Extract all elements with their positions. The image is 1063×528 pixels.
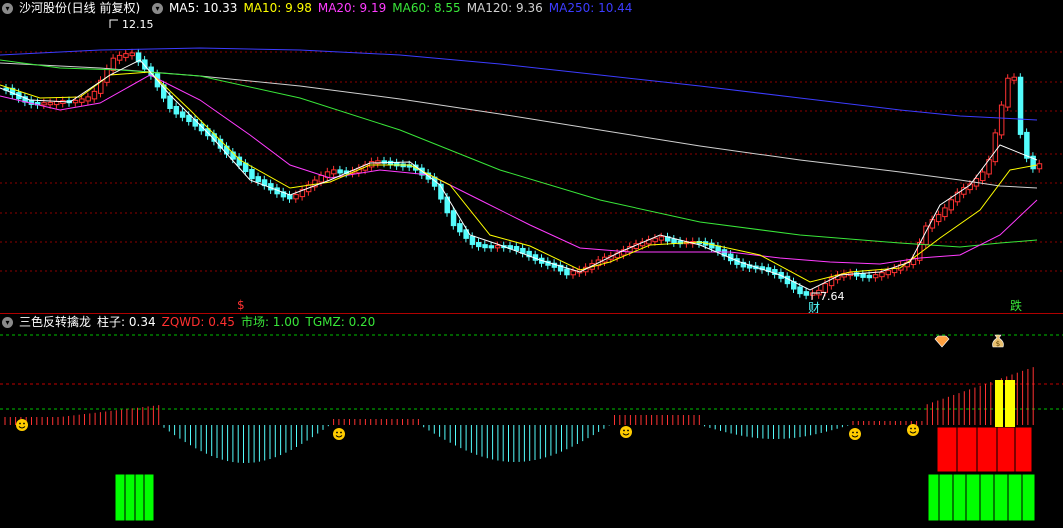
high-price-label: 12.15 [122,18,154,31]
candle-body [293,194,299,200]
candlestick-chart[interactable]: 12.15 7.64 $ 财 跌 [0,0,1063,314]
candle-body [476,241,482,248]
cai-tag: 财 [808,301,820,314]
candle-body [318,174,324,183]
candle-body [948,199,954,211]
candle-body [866,274,873,279]
svg-text:$: $ [996,340,1000,348]
diamond-icon [934,335,950,348]
candle-body [457,223,463,233]
candle-body [91,90,98,100]
candle-body [992,132,999,163]
green-blocks-left [114,473,155,522]
candle-body [47,102,54,106]
smiley-icons [16,419,919,440]
candle-body [255,176,261,183]
low-price-label: 7.64 [820,290,845,303]
red-blocks-right [936,426,1033,473]
green-blocks-right [927,473,1036,522]
candle-body [879,272,885,278]
candle-body [450,210,457,227]
candle-body [860,273,866,278]
ma5-line [0,59,1038,291]
dollar-tag: $ [237,298,245,312]
candles [3,48,1043,300]
candle-body [1011,76,1017,81]
candle-body [85,96,91,102]
candle-body [1017,76,1024,135]
candle-body [1005,77,1011,108]
smiley-icon [849,428,861,440]
candle-body [368,161,375,168]
candle-body [129,52,135,57]
candle-body [79,98,85,103]
candle-body [173,105,180,115]
candle-body [885,270,891,276]
candle-body [116,54,123,61]
candle-body [942,207,948,218]
indicator-chart[interactable]: $ [0,314,1063,528]
candle-body [1024,131,1030,159]
candle-body [564,268,570,276]
candle-body [872,274,879,279]
smiley-icon [620,426,632,438]
candle-body [998,104,1005,136]
candle-body [929,219,936,229]
candle-body [72,99,79,104]
candle-body [287,194,293,200]
candle-body [41,102,47,106]
smiley-icon [907,424,919,436]
die-tag: 跌 [1010,298,1022,313]
candle-body [123,53,129,58]
candle-body [331,169,337,175]
money-bag-icon: $ [992,334,1004,348]
candle-body [53,100,60,106]
smiley-icon [16,419,28,431]
candle-body [337,169,343,174]
candle-body [488,245,495,249]
candle-body [803,291,810,296]
candle-body [935,214,942,223]
candle-body [179,111,186,118]
candle-body [482,244,488,249]
candle-body [494,245,501,249]
candle-body [797,286,803,295]
smiley-icon [333,428,345,440]
candle-body [1036,163,1043,170]
candle-body [513,246,520,251]
candle-body [469,235,476,245]
candle-body [652,237,658,243]
candle-body [715,245,721,253]
stock-chart-window: ▾ 沙河股份(日线 前复权) ▾ MA5: 10.33 MA10: 9.98 MA20:… [0,0,1063,528]
yellow-bars-right [995,380,1015,427]
candle-body [658,236,665,241]
candle-body [671,238,677,244]
candle-body [167,95,173,109]
oscillator-bars [4,367,1034,463]
candle-body [980,171,986,182]
candle-body [570,270,576,276]
candle-body [249,168,255,180]
